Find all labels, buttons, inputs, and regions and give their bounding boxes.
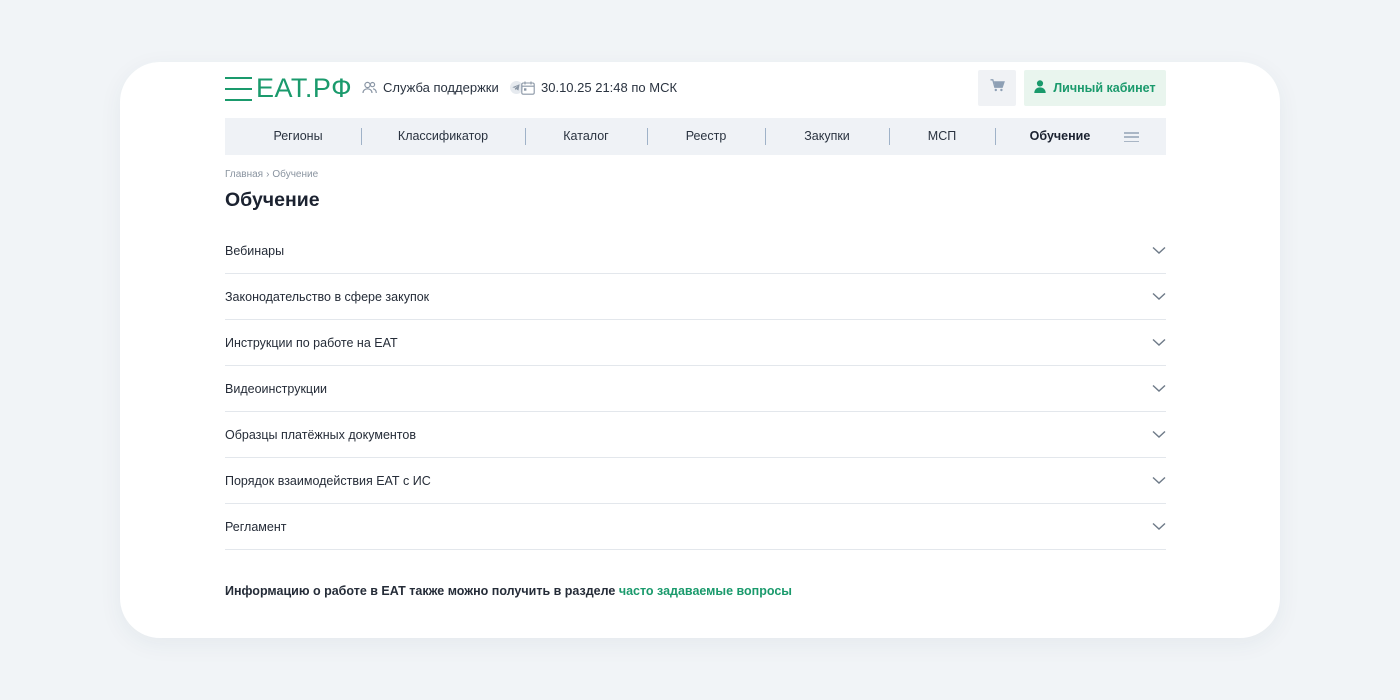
accordion-item-label: Вебинары — [225, 244, 285, 258]
accordion-item-label: Регламент — [225, 520, 287, 534]
nav-item-training[interactable]: Обучение — [1030, 118, 1091, 155]
page-title: Обучение — [225, 189, 320, 211]
nav-item-purchases[interactable]: Закупки — [804, 118, 850, 155]
accordion-item-video-instructions[interactable]: Видеоинструкции — [225, 366, 1166, 412]
faq-link[interactable]: часто задаваемые вопросы — [619, 584, 792, 598]
nav-item-classifier[interactable]: Классификатор — [398, 118, 488, 155]
main-nav: Регионы Классификатор Каталог Реестр Зак… — [225, 118, 1166, 155]
support-link[interactable]: Служба поддержки — [362, 80, 523, 95]
user-icon — [1034, 80, 1047, 96]
breadcrumb-separator: › — [266, 169, 270, 180]
breadcrumb-current: Обучение — [272, 169, 319, 180]
chevron-down-icon — [1152, 338, 1166, 346]
cart-icon — [990, 79, 1005, 97]
nav-separator — [995, 128, 996, 145]
accordion-item-label: Законодательство в сфере закупок — [225, 290, 430, 304]
logo-bars-icon — [225, 76, 252, 101]
main-card: ЕАТ.РФ Служба поддержки 30.10.25 21:48 п… — [120, 62, 1280, 638]
accordion-item-integration[interactable]: Порядок взаимодействия ЕАТ с ИС — [225, 458, 1166, 504]
accordion-item-label: Образцы платёжных документов — [225, 428, 416, 442]
training-accordion: Вебинары Законодательство в сфере закупо… — [225, 228, 1166, 550]
nav-item-registry[interactable]: Реестр — [686, 118, 727, 155]
account-label: Личный кабинет — [1053, 81, 1156, 95]
accordion-item-legislation[interactable]: Законодательство в сфере закупок — [225, 274, 1166, 320]
nav-separator — [647, 128, 648, 145]
content-container: ЕАТ.РФ Служба поддержки 30.10.25 21:48 п… — [225, 62, 1166, 598]
breadcrumb: Главная › Обучение — [225, 169, 318, 180]
chevron-down-icon — [1152, 384, 1166, 392]
datetime-label: 30.10.25 21:48 по МСК — [541, 80, 678, 95]
users-icon — [362, 81, 377, 94]
accordion-item-label: Видеоинструкции — [225, 382, 328, 396]
nav-item-msp[interactable]: МСП — [928, 118, 956, 155]
accordion-item-label: Порядок взаимодействия ЕАТ с ИС — [225, 474, 431, 488]
datetime: 30.10.25 21:48 по МСК — [521, 80, 677, 95]
header: ЕАТ.РФ Служба поддержки 30.10.25 21:48 п… — [225, 62, 1166, 118]
nav-separator — [525, 128, 526, 145]
chevron-down-icon — [1152, 430, 1166, 438]
nav-item-regions[interactable]: Регионы — [273, 118, 322, 155]
accordion-item-instructions[interactable]: Инструкции по работе на ЕАТ — [225, 320, 1166, 366]
logo-text: ЕАТ.РФ — [256, 73, 353, 103]
breadcrumb-home[interactable]: Главная — [225, 169, 263, 180]
nav-separator — [765, 128, 766, 145]
support-label: Служба поддержки — [383, 80, 499, 95]
calendar-icon — [521, 81, 535, 95]
accordion-item-label: Инструкции по работе на ЕАТ — [225, 336, 398, 350]
account-button[interactable]: Личный кабинет — [1024, 70, 1166, 106]
menu-icon[interactable] — [1124, 132, 1139, 142]
accordion-item-payment-samples[interactable]: Образцы платёжных документов — [225, 412, 1166, 458]
logo[interactable]: ЕАТ.РФ — [225, 75, 352, 102]
accordion-item-webinars[interactable]: Вебинары — [225, 228, 1166, 274]
nav-separator — [889, 128, 890, 145]
chevron-down-icon — [1152, 246, 1166, 254]
chevron-down-icon — [1152, 522, 1166, 530]
chevron-down-icon — [1152, 292, 1166, 300]
nav-item-catalog[interactable]: Каталог — [563, 118, 608, 155]
cart-button[interactable] — [978, 70, 1016, 106]
faq-note-text: Информацию о работе в ЕАТ также можно по… — [225, 584, 619, 598]
nav-separator — [361, 128, 362, 145]
faq-note: Информацию о работе в ЕАТ также можно по… — [225, 584, 792, 598]
chevron-down-icon — [1152, 476, 1166, 484]
accordion-item-regulations[interactable]: Регламент — [225, 504, 1166, 550]
